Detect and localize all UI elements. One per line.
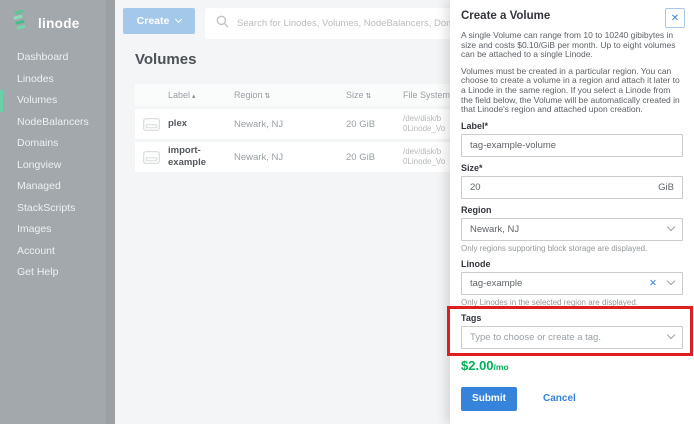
file-system-line1: /dev/disk/b xyxy=(403,114,441,123)
volume-size: 20 GiB xyxy=(346,152,403,163)
price-period: /mo xyxy=(494,362,509,372)
volume-label: plex xyxy=(168,118,234,130)
label-field-value: tag-example-volume xyxy=(470,140,556,151)
volume-region: Newark, NJ xyxy=(234,152,346,163)
cancel-button[interactable]: Cancel xyxy=(543,393,576,404)
tags-field-group: Tags Type to choose or create a tag. xyxy=(461,313,683,349)
tags-field-label: Tags xyxy=(461,313,683,323)
column-header-region[interactable]: Region⇅ xyxy=(234,90,346,100)
region-select-value: Newark, NJ xyxy=(470,224,519,235)
drawer-intro-paragraph: A single Volume can range from 10 to 102… xyxy=(461,31,683,60)
file-system-line2: 0Linode_Vo xyxy=(403,124,445,133)
column-size-text: Size xyxy=(346,90,364,100)
sidebar-item-nodebalancers[interactable]: NodeBalancers xyxy=(0,112,106,134)
chevron-down-icon xyxy=(175,16,182,23)
size-unit-label: GiB xyxy=(658,182,674,193)
sort-asc-icon: ▴ xyxy=(192,93,196,100)
page-title: Volumes xyxy=(135,51,196,68)
sidebar-item-domains[interactable]: Domains xyxy=(0,133,106,155)
sort-both-icon: ⇅ xyxy=(366,93,372,100)
tags-placeholder: Type to choose or create a tag. xyxy=(470,332,601,343)
drawer-intro-paragraph: Volumes must be created in a particular … xyxy=(461,67,683,115)
sidebar: linode Dashboard Linodes Volumes NodeBal… xyxy=(0,0,115,424)
drawer-actions: Submit Cancel xyxy=(461,387,683,411)
volume-region: Newark, NJ xyxy=(234,119,346,130)
create-volume-drawer: Create a Volume ✕ A single Volume can ra… xyxy=(450,0,694,424)
region-field-label: Region xyxy=(461,205,683,215)
column-header-size[interactable]: Size⇅ xyxy=(346,90,403,100)
sidebar-item-managed[interactable]: Managed xyxy=(0,176,106,198)
sidebar-item-stackscripts[interactable]: StackScripts xyxy=(0,198,106,220)
chevron-down-icon xyxy=(667,331,675,339)
sidebar-item-dashboard[interactable]: Dashboard xyxy=(0,47,106,69)
search-input[interactable]: Search for Linodes, Volumes, NodeBalance… xyxy=(205,8,457,39)
sidebar-item-get-help[interactable]: Get Help xyxy=(0,262,106,284)
file-system-line1: /dev/disk/b xyxy=(403,147,441,156)
sidebar-scrollbar[interactable] xyxy=(106,0,115,424)
size-field[interactable]: 20 GiB xyxy=(461,176,683,199)
linode-select-value: tag-example xyxy=(470,278,522,289)
label-field-group: Label* tag-example-volume xyxy=(461,121,683,157)
sidebar-item-images[interactable]: Images xyxy=(0,219,106,241)
search-placeholder: Search for Linodes, Volumes, NodeBalance… xyxy=(237,18,457,29)
sidebar-item-account[interactable]: Account xyxy=(0,241,106,263)
submit-button[interactable]: Submit xyxy=(461,387,517,411)
sidebar-item-volumes[interactable]: Volumes xyxy=(0,90,106,112)
sidebar-item-longview[interactable]: Longview xyxy=(0,155,106,177)
volumes-table: Label▴ Region⇅ Size⇅ File System plex Ne… xyxy=(135,84,460,172)
chevron-down-icon xyxy=(667,277,675,285)
column-header-label[interactable]: Label▴ xyxy=(168,90,234,100)
table-header-row: Label▴ Region⇅ Size⇅ File System xyxy=(135,84,460,106)
volume-size: 20 GiB xyxy=(346,119,403,130)
size-field-label: Size* xyxy=(461,163,683,173)
clear-selection-icon[interactable]: ✕ xyxy=(649,278,657,289)
size-field-group: Size* 20 GiB xyxy=(461,163,683,199)
chevron-down-icon xyxy=(667,223,675,231)
linode-logo-icon xyxy=(12,10,32,37)
linode-select[interactable]: tag-example ✕ xyxy=(461,272,683,295)
sidebar-item-linodes[interactable]: Linodes xyxy=(0,69,106,91)
sidebar-nav: Dashboard Linodes Volumes NodeBalancers … xyxy=(0,47,106,284)
column-label-text: Label xyxy=(168,90,190,100)
region-field-group: Region Newark, NJ Only regions supportin… xyxy=(461,205,683,253)
linode-field-label: Linode xyxy=(461,259,683,269)
label-field-label: Label* xyxy=(461,121,683,131)
volume-icon xyxy=(135,151,168,164)
size-field-value: 20 xyxy=(470,182,481,193)
linode-helper-text: Only Linodes in the selected region are … xyxy=(461,298,683,307)
label-field[interactable]: tag-example-volume xyxy=(461,134,683,157)
table-row[interactable]: plex Newark, NJ 20 GiB /dev/disk/b 0Lino… xyxy=(135,109,460,139)
linode-logo[interactable]: linode xyxy=(12,10,80,37)
region-select[interactable]: Newark, NJ xyxy=(461,218,683,241)
price-amount: $2.00 xyxy=(461,358,494,373)
tags-select[interactable]: Type to choose or create a tag. xyxy=(461,326,683,349)
submit-button-label: Submit xyxy=(472,393,506,404)
drawer-title: Create a Volume xyxy=(461,10,683,22)
table-row[interactable]: import-example Newark, NJ 20 GiB /dev/di… xyxy=(135,142,460,172)
volume-icon xyxy=(135,118,168,131)
close-icon: ✕ xyxy=(671,13,679,24)
close-button[interactable]: ✕ xyxy=(665,8,685,28)
column-region-text: Region xyxy=(234,90,263,100)
linode-field-group: Linode tag-example ✕ Only Linodes in the… xyxy=(461,259,683,307)
region-helper-text: Only regions supporting block storage ar… xyxy=(461,244,683,253)
price-display: $2.00/mo xyxy=(461,357,683,375)
file-system-line2: 0Linode_Vo xyxy=(403,157,445,166)
search-icon xyxy=(216,15,229,33)
create-button[interactable]: Create xyxy=(123,8,195,34)
volume-label: import-example xyxy=(168,145,234,169)
create-button-label: Create xyxy=(137,15,170,27)
sort-both-icon: ⇅ xyxy=(265,93,271,100)
logo-text: linode xyxy=(38,16,80,31)
